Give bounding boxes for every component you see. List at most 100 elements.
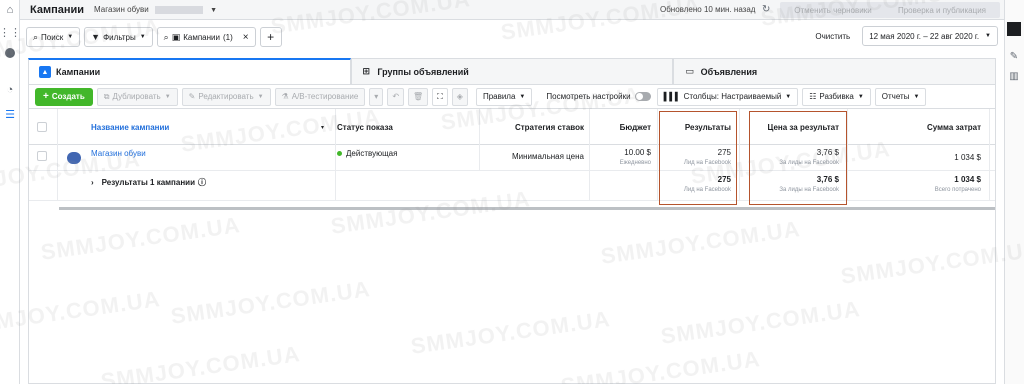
reports-button[interactable]: Отчеты ▼ <box>874 87 927 106</box>
status-text: Действующая <box>346 148 398 158</box>
header-campaign-name[interactable]: Название кампании <box>91 109 331 145</box>
columns-button[interactable]: ▌▌▌ Столбцы: Настраиваемый ▼ <box>656 87 799 106</box>
duplicate-button[interactable]: ⧉ Дублировать ▼ <box>96 87 178 106</box>
select-all-checkbox[interactable] <box>37 122 47 132</box>
summary-label: Результаты 1 кампании <box>101 177 196 187</box>
results-highlight-box <box>659 111 737 205</box>
info-icon[interactable]: ⓘ <box>198 177 206 188</box>
spend-value: 1 034 $ <box>954 153 981 162</box>
active-status-dot <box>337 150 342 156</box>
header-budget[interactable]: Бюджет <box>589 109 651 145</box>
refresh-icon[interactable]: ↻ <box>762 4 770 15</box>
summary-label-cell: › Результаты 1 кампании ⓘ <box>91 175 206 189</box>
dashboard-icon[interactable]: ◔ <box>4 84 16 96</box>
bid-strategy-cell: Минимальная цена <box>511 151 584 161</box>
filter-icon: ▼ <box>91 32 101 42</box>
summary-spend-value: 1 034 $ <box>954 175 981 184</box>
folder-icon: ▣ <box>171 31 181 42</box>
create-button[interactable]: + Создать <box>35 87 93 106</box>
tab-label: Кампании <box>56 67 101 77</box>
campaign-toggle[interactable] <box>67 152 81 164</box>
ab-test-button[interactable]: ⚗ A/B-тестирование <box>274 87 366 106</box>
table-view-icon[interactable]: ☰ <box>4 108 16 121</box>
review-publish-button[interactable]: Проверка и публикация <box>884 2 1000 18</box>
trash-icon[interactable]: 🗑 <box>408 87 429 106</box>
chart-icon[interactable]: ▥ <box>1008 70 1020 82</box>
row-checkbox-cell <box>37 151 53 161</box>
status-cell: Действующая <box>337 147 397 159</box>
tab-ads[interactable]: ▭ Объявления <box>672 58 996 84</box>
apps-grid-icon[interactable]: ⋮⋮ <box>0 26 21 39</box>
toggle-switch[interactable] <box>634 92 651 101</box>
edit-icon[interactable]: ✎ <box>1008 50 1020 62</box>
tab-ad-sets[interactable]: ⊞ Группы объявлений <box>351 58 673 84</box>
level-tabs: ▲ Кампании ⊞ Группы объявлений ▭ Объявле… <box>28 58 996 84</box>
breakdown-icon: ☷ <box>809 92 817 101</box>
filters-label: Фильтры <box>103 32 136 42</box>
filters-button[interactable]: ▼ Фильтры ▼ <box>84 27 153 47</box>
header-status[interactable]: Статус показа <box>337 109 477 145</box>
search-label: Поиск <box>41 32 64 42</box>
ad-icon: ▭ <box>685 66 694 76</box>
chevron-down-icon: ▼ <box>985 33 991 39</box>
campaign-name-link[interactable]: Магазин обуви <box>91 147 146 159</box>
row-checkbox[interactable] <box>37 151 47 161</box>
chevron-down-icon: ▼ <box>67 34 74 40</box>
spend-cell: 1 034 $ <box>849 147 981 169</box>
chevron-down-icon: ▼ <box>785 93 792 100</box>
budget-cell[interactable]: 10.00 $ Ежедневно <box>589 147 651 169</box>
updated-status: Обновлено 10 мин. назад <box>660 5 756 14</box>
view-settings-toggle[interactable]: Посмотреть настройки <box>546 92 651 101</box>
campaigns-filter-chip[interactable]: ⌕ ▣ Кампании (1) × <box>156 27 256 47</box>
plus-icon: + <box>43 91 49 102</box>
search-button[interactable]: ⌕ Поиск ▼ <box>26 27 81 47</box>
date-range-picker[interactable]: 12 мая 2020 г. – 22 авг 2020 г. ▼ <box>862 26 998 46</box>
view-settings-label: Посмотреть настройки <box>546 92 631 101</box>
date-range-text: 12 мая 2020 г. – 22 авг 2020 г. <box>869 31 980 41</box>
panel-toggle[interactable] <box>1007 22 1021 36</box>
preview-icon[interactable]: ⛶ <box>432 87 448 106</box>
tab-label: Группы объявлений <box>377 66 469 77</box>
table-toolbar: + Создать ⧉ Дублировать ▼ ✎ Редактироват… <box>28 84 996 108</box>
left-nav-rail: ⌂ ⋮⋮ ◔ ☰ <box>0 0 21 384</box>
chevron-down-icon: ▼ <box>210 7 218 14</box>
date-controls: Очистить 12 мая 2020 г. – 22 авг 2020 г.… <box>815 26 998 46</box>
horizontal-scrollbar[interactable] <box>59 207 995 210</box>
account-selector[interactable]: Магазин обуви ▼ <box>94 5 217 14</box>
select-all-cell <box>37 109 57 145</box>
right-rail: ✎ ▥ <box>1004 0 1024 384</box>
add-filter-button[interactable]: + <box>259 27 282 47</box>
clear-button[interactable]: Очистить <box>815 32 850 41</box>
table-header: Название кампании ▾ Статус показа Страте… <box>29 109 995 145</box>
account-name: Магазин обуви <box>94 5 149 14</box>
copy-icon: ⧉ <box>103 91 110 101</box>
discard-drafts-button[interactable]: Отменить черновики <box>780 2 886 18</box>
header-bid-strategy[interactable]: Стратегия ставок <box>479 109 584 145</box>
chevron-down-icon: ▼ <box>519 93 526 100</box>
pencil-icon: ✎ <box>188 92 196 101</box>
close-icon[interactable]: × <box>243 32 249 43</box>
table-row[interactable]: Магазин обуви Действующая Минимальная це… <box>29 145 995 171</box>
chevron-down-icon: ▼ <box>257 93 264 100</box>
columns-icon: ▌▌▌ <box>663 92 681 101</box>
rules-button[interactable]: Правила ▼ <box>475 87 533 106</box>
tag-icon[interactable]: ◈ <box>451 87 468 106</box>
header-amount-spent[interactable]: Сумма затрат <box>849 109 981 145</box>
breakdown-button[interactable]: ☷ Разбивка ▼ <box>802 87 871 106</box>
toggle-switch[interactable] <box>67 152 81 164</box>
avatar[interactable] <box>5 48 15 58</box>
breakdown-label: Разбивка <box>819 92 854 101</box>
chevron-down-icon: ▼ <box>857 93 864 100</box>
more-button[interactable]: ▾ <box>369 87 384 106</box>
edit-button[interactable]: ✎ Редактировать ▼ <box>181 87 271 106</box>
duplicate-label: Дублировать <box>112 92 161 101</box>
rules-label: Правила <box>482 92 516 101</box>
budget-value: 10.00 $ <box>624 148 651 157</box>
tab-campaigns[interactable]: ▲ Кампании <box>28 58 352 84</box>
chevron-right-icon[interactable]: › <box>91 178 94 187</box>
home-icon[interactable]: ⌂ <box>4 4 16 16</box>
undo-icon[interactable]: ↶ <box>387 87 405 106</box>
chevron-down-icon: ▼ <box>139 34 146 40</box>
sort-icon[interactable]: ▾ <box>321 109 331 145</box>
campaigns-chip-count: (1) <box>222 32 233 42</box>
